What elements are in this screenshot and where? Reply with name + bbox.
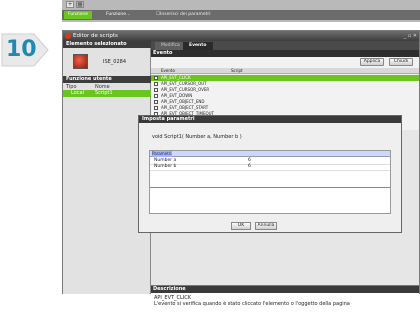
- close-button[interactable]: Chiudi: [389, 58, 413, 66]
- element-id: ISE_0284: [103, 59, 127, 65]
- col-evento[interactable]: Evento: [161, 68, 175, 74]
- dialog-title[interactable]: Imposta parametri: [139, 116, 401, 123]
- checkbox-icon[interactable]: [154, 100, 158, 104]
- ok-button[interactable]: OK: [231, 222, 251, 230]
- previous-tab-bar: Funzione Funzione... ☐Inserisci dei para…: [62, 10, 420, 20]
- function-signature: void Script1( Number a, Number b ): [152, 134, 242, 140]
- tab-funzione-more[interactable]: Funzione...: [102, 11, 134, 19]
- add-icon[interactable]: +: [66, 1, 74, 8]
- checkbox-icon[interactable]: [154, 88, 158, 92]
- step-badge: 10: [0, 30, 50, 70]
- parameters-grid: Parametri Number a 6 Number b 6: [149, 150, 391, 214]
- events-column-header: Evento Script: [151, 68, 419, 74]
- function-type: Local: [71, 90, 84, 96]
- description-header: Descrizione: [151, 286, 419, 293]
- checkbox-icon[interactable]: [154, 82, 158, 86]
- window-controls[interactable]: _ ▫ ✕: [397, 32, 417, 40]
- description-panel: Descrizione API_EVT_CLICK L'evento si ve…: [151, 285, 419, 325]
- tab-evento[interactable]: Evento: [183, 42, 213, 50]
- insert-params-hint: ☐Inserisci dei parametri: [156, 12, 211, 17]
- app-icon: [65, 33, 71, 39]
- function-name: Script1: [95, 90, 113, 96]
- grid-icon[interactable]: ▦: [76, 1, 84, 8]
- step-number: 10: [6, 37, 37, 62]
- grid-divider: [150, 187, 390, 188]
- grid-header: Parametri: [150, 151, 390, 157]
- checkbox-icon[interactable]: [154, 106, 158, 110]
- cancel-button[interactable]: Annulla: [255, 222, 277, 230]
- grid-header-label: Parametri: [152, 151, 172, 157]
- param-name: Number b: [154, 164, 177, 169]
- col-script[interactable]: Script: [231, 68, 243, 74]
- param-value[interactable]: 6: [248, 164, 251, 170]
- parameters-dialog: Imposta parametri void Script1( Number a…: [138, 115, 402, 233]
- events-header: Evento: [151, 50, 419, 57]
- function-row[interactable]: Local Script1: [63, 90, 151, 97]
- tab-modifica[interactable]: Modifica: [155, 42, 186, 50]
- description-text: L'evento si verifica quando è stato clic…: [154, 301, 350, 307]
- element-thumbnail-icon[interactable]: [73, 54, 88, 69]
- window-titlebar[interactable]: Editor de scripts: [63, 31, 419, 41]
- user-functions-header: Funzione utente: [63, 76, 151, 83]
- checkbox-icon[interactable]: [154, 76, 158, 80]
- checkbox-icon[interactable]: [154, 94, 158, 98]
- window-title: Editor de scripts: [73, 33, 118, 39]
- selected-element-header: Elemento selezionato: [63, 41, 151, 48]
- apply-button[interactable]: Applica: [360, 58, 384, 66]
- tab-funzione[interactable]: Funzione: [64, 11, 93, 19]
- param-row[interactable]: Number b 6: [150, 164, 390, 171]
- editor-tabs: Modifica Evento: [151, 41, 419, 50]
